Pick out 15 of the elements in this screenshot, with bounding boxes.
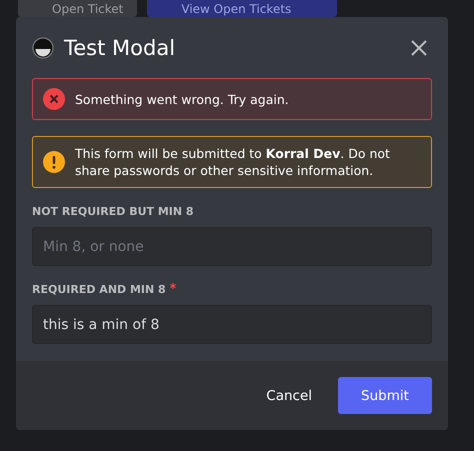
text-input-field[interactable]: this is a min of 8 [32, 305, 432, 344]
bot-avatar-icon [32, 37, 54, 59]
close-icon[interactable] [410, 39, 428, 57]
background-button[interactable]: Open Ticket [18, 0, 138, 17]
warning-icon [43, 151, 65, 173]
cancel-button[interactable]: Cancel [258, 378, 320, 414]
field-label: NOT REQUIRED BUT MIN 8 [32, 205, 194, 218]
alert-message: Something went wrong. Try again. [75, 90, 289, 108]
alert-message: This form will be submitted to Korral Dev. Do not share passwords or other sensitive information. [75, 145, 391, 179]
text-input-field[interactable]: Min 8, or none [32, 227, 432, 266]
background-button[interactable]: View Open Tickets [147, 0, 338, 17]
error-icon [43, 88, 65, 110]
field-label: REQUIRED AND MIN 8 [32, 283, 166, 296]
modal-title: Test Modal [64, 36, 176, 60]
submit-button[interactable]: Submit [338, 377, 432, 414]
